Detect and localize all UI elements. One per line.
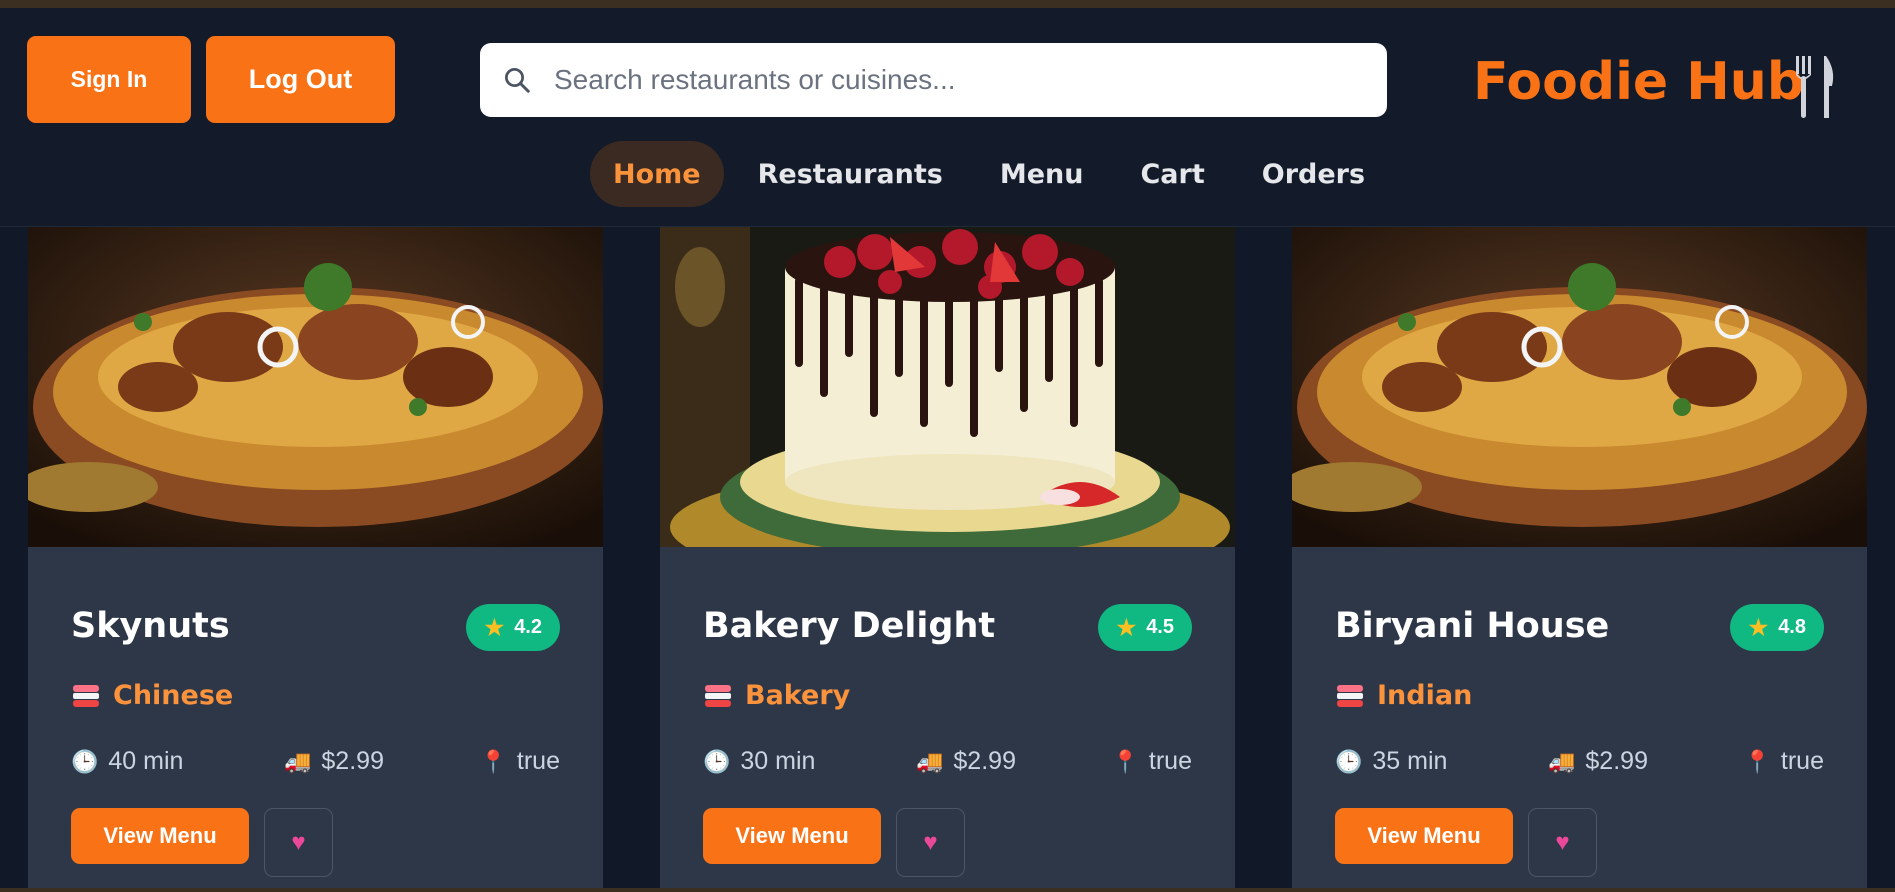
pin-icon: 📍 bbox=[1111, 748, 1139, 774]
delivery-time-value: 35 min bbox=[1372, 747, 1448, 775]
nav-cart[interactable]: Cart bbox=[1117, 141, 1227, 207]
search-icon bbox=[505, 68, 530, 93]
cuisine-label: Bakery bbox=[745, 680, 851, 711]
clock-icon: 🕒 bbox=[71, 748, 99, 774]
view-menu-button[interactable]: View Menu bbox=[1335, 808, 1513, 864]
restaurant-name: Skynuts bbox=[71, 606, 230, 646]
rating-value: 4.8 bbox=[1778, 616, 1806, 638]
brand-logo-text: Foodie Hub bbox=[1473, 52, 1805, 112]
delivery-fee: 🚚 $2.99 bbox=[1548, 747, 1648, 776]
restaurant-image-biryani bbox=[28, 227, 603, 547]
delivery-fee-value: $2.99 bbox=[321, 747, 384, 775]
rating-value: 4.5 bbox=[1146, 616, 1174, 638]
restaurant-grid: Skynuts ★ 4.2 Chinese 🕒 40 min 🚚 $2.99 📍… bbox=[0, 227, 1895, 888]
pin-icon: 📍 bbox=[479, 748, 507, 774]
nav-restaurants[interactable]: Restaurants bbox=[735, 141, 966, 207]
delivery-time: 🕒 35 min bbox=[1335, 747, 1447, 776]
location-value: true bbox=[1780, 747, 1824, 775]
favorite-button[interactable]: ♥ bbox=[896, 808, 965, 877]
rating-badge: ★ 4.5 bbox=[1098, 604, 1192, 651]
pin-icon: 📍 bbox=[1743, 748, 1771, 774]
search-bar[interactable] bbox=[480, 43, 1387, 117]
star-icon: ★ bbox=[484, 614, 505, 640]
star-icon: ★ bbox=[1748, 614, 1769, 640]
delivery-fee: 🚚 $2.99 bbox=[284, 747, 384, 776]
location: 📍 true bbox=[480, 747, 561, 776]
restaurant-card[interactable]: Skynuts ★ 4.2 Chinese 🕒 40 min 🚚 $2.99 📍… bbox=[28, 227, 603, 888]
view-menu-button[interactable]: View Menu bbox=[71, 808, 249, 864]
delivery-truck-icon: 🚚 bbox=[1548, 748, 1576, 774]
top-border bbox=[0, 0, 1895, 8]
site-header: Sign In Log Out Foodie Hub Home Restaura… bbox=[0, 8, 1895, 227]
delivery-time: 🕒 30 min bbox=[703, 747, 815, 776]
cuisine-tag: Indian bbox=[1335, 680, 1472, 711]
delivery-fee: 🚚 $2.99 bbox=[916, 747, 1016, 776]
restaurant-image-cake bbox=[660, 227, 1235, 547]
delivery-time-value: 30 min bbox=[740, 747, 816, 775]
log-out-button[interactable]: Log Out bbox=[206, 36, 395, 123]
cuisine-label: Chinese bbox=[113, 680, 234, 711]
heart-icon: ♥ bbox=[1555, 828, 1570, 856]
heart-icon: ♥ bbox=[923, 828, 938, 856]
restaurant-name: Bakery Delight bbox=[703, 606, 996, 646]
sushi-icon bbox=[73, 684, 99, 707]
sushi-icon bbox=[1337, 684, 1363, 707]
clock-icon: 🕒 bbox=[1335, 748, 1363, 774]
delivery-time-value: 40 min bbox=[108, 747, 184, 775]
nav-orders[interactable]: Orders bbox=[1239, 141, 1388, 207]
restaurant-image-biryani bbox=[1292, 227, 1867, 547]
rating-badge: ★ 4.8 bbox=[1730, 604, 1824, 651]
delivery-time: 🕒 40 min bbox=[71, 747, 183, 776]
sushi-icon bbox=[705, 684, 731, 707]
star-icon: ★ bbox=[1116, 614, 1137, 640]
location-value: true bbox=[1148, 747, 1192, 775]
location: 📍 true bbox=[1744, 747, 1825, 776]
fork-knife-icon bbox=[1796, 56, 1834, 118]
bottom-border bbox=[0, 888, 1895, 892]
restaurant-name: Biryani House bbox=[1335, 606, 1610, 646]
rating-badge: ★ 4.2 bbox=[466, 604, 560, 651]
favorite-button[interactable]: ♥ bbox=[264, 808, 333, 877]
restaurant-card[interactable]: Bakery Delight ★ 4.5 Bakery 🕒 30 min 🚚 $… bbox=[660, 227, 1235, 888]
favorite-button[interactable]: ♥ bbox=[1528, 808, 1597, 877]
cuisine-tag: Chinese bbox=[71, 680, 233, 711]
heart-icon: ♥ bbox=[291, 828, 306, 856]
view-menu-button[interactable]: View Menu bbox=[703, 808, 881, 864]
clock-icon: 🕒 bbox=[703, 748, 731, 774]
restaurant-card[interactable]: Biryani House ★ 4.8 Indian 🕒 35 min 🚚 $2… bbox=[1292, 227, 1867, 888]
cuisine-tag: Bakery bbox=[703, 680, 850, 711]
delivery-fee-value: $2.99 bbox=[1585, 747, 1648, 775]
location-value: true bbox=[516, 747, 560, 775]
delivery-truck-icon: 🚚 bbox=[284, 748, 312, 774]
location: 📍 true bbox=[1112, 747, 1193, 776]
sign-in-button[interactable]: Sign In bbox=[27, 36, 191, 123]
nav-menu[interactable]: Menu bbox=[977, 141, 1107, 207]
delivery-fee-value: $2.99 bbox=[953, 747, 1016, 775]
nav-home[interactable]: Home bbox=[590, 141, 724, 207]
rating-value: 4.2 bbox=[514, 616, 542, 638]
search-input[interactable] bbox=[552, 63, 1376, 97]
delivery-truck-icon: 🚚 bbox=[916, 748, 944, 774]
main-nav: Home Restaurants Menu Cart Orders bbox=[590, 141, 1399, 207]
cuisine-label: Indian bbox=[1377, 680, 1473, 711]
